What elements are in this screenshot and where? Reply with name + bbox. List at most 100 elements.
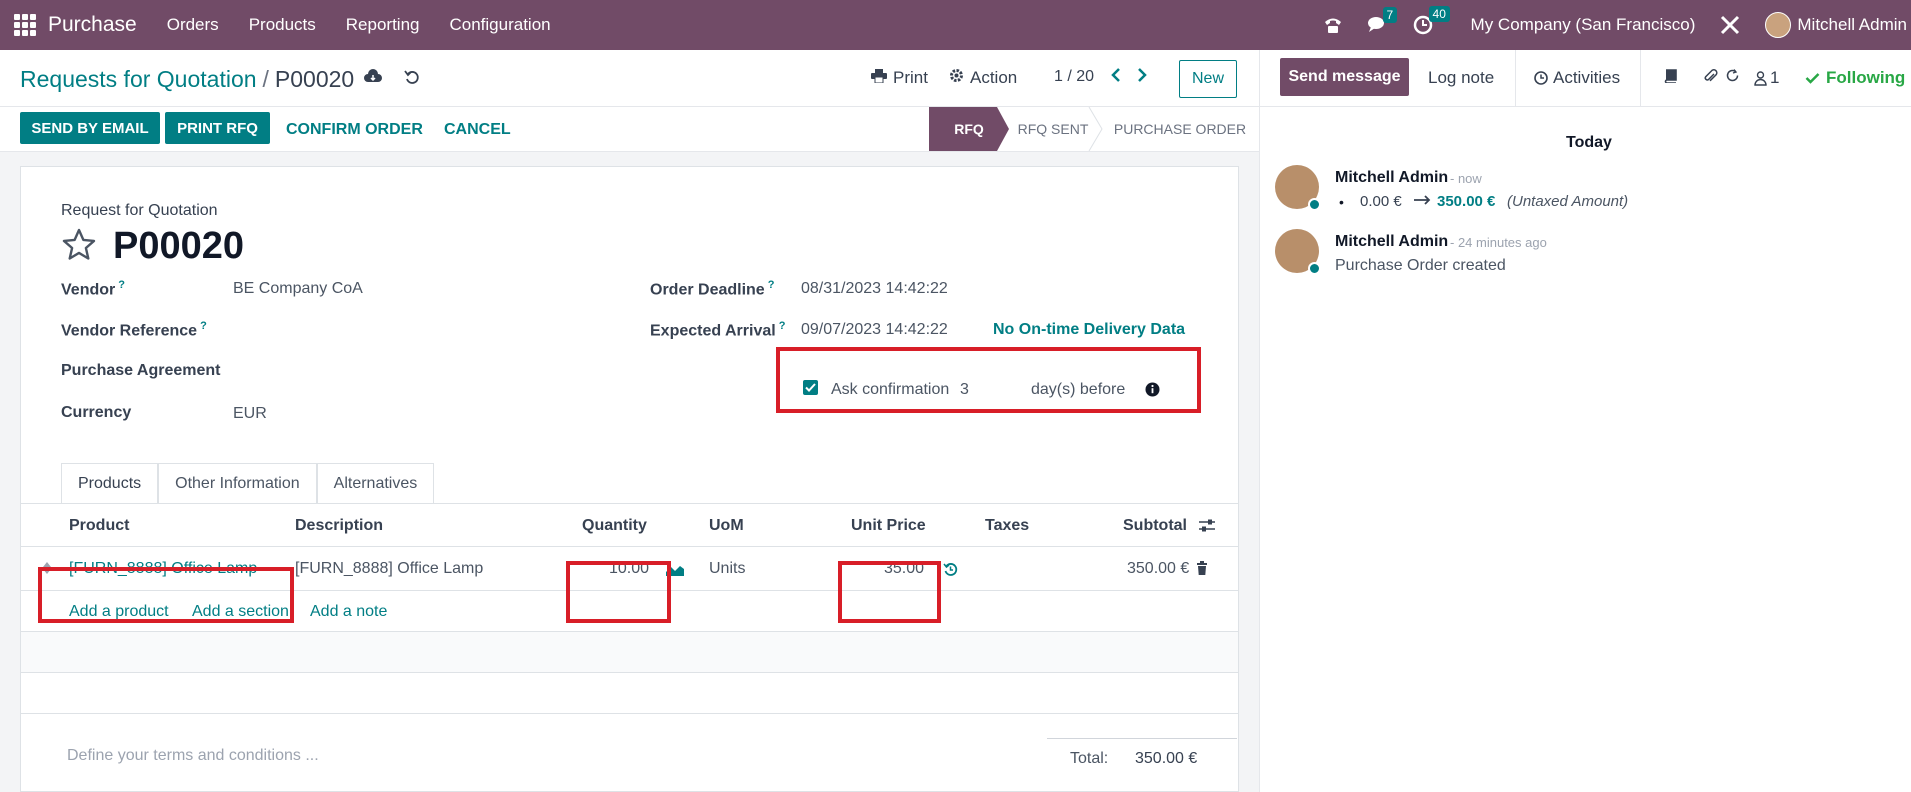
followers-button[interactable]: 1 (1754, 68, 1779, 88)
activity-clock-icon[interactable]: 40 (1413, 6, 1450, 35)
tab-other-information[interactable]: Other Information (158, 463, 317, 503)
user-menu[interactable]: Mitchell Admin (1797, 15, 1907, 35)
breadcrumb-current: P00020 (274, 66, 355, 92)
pager-value[interactable]: 1 / 20 (1054, 68, 1094, 86)
form-sheet: Request for Quotation P00020 Vendor? BE … (20, 166, 1239, 792)
print-button[interactable]: Print (871, 68, 928, 88)
purchase-agreement-label: Purchase Agreement (61, 362, 221, 379)
menu-orders[interactable]: Orders (167, 15, 219, 35)
user-icon (1754, 70, 1767, 86)
confirm-order-button[interactable]: CONFIRM ORDER (286, 121, 423, 139)
menu-reporting[interactable]: Reporting (346, 15, 420, 35)
order-deadline-field[interactable]: 08/31/2023 14:42:22 (801, 280, 948, 298)
trash-icon[interactable] (1196, 561, 1208, 580)
menu-products[interactable]: Products (249, 15, 316, 35)
add-note-link[interactable]: Add a note (310, 603, 387, 621)
highlight-ask-confirmation (776, 347, 1201, 413)
col-description[interactable]: Description (295, 517, 383, 535)
stage-purchase-order[interactable]: PURCHASE ORDER (1105, 107, 1255, 151)
company-switcher[interactable]: My Company (San Francisco) (1471, 15, 1696, 35)
currency-field[interactable]: EUR (233, 405, 267, 423)
col-subtotal[interactable]: Subtotal (1123, 517, 1187, 535)
total-value: 350.00 € (1135, 750, 1198, 767)
save-cloud-icon[interactable] (364, 69, 382, 90)
ontime-delivery-link[interactable]: No On-time Delivery Data (993, 321, 1185, 339)
followers-count: 1 (1770, 68, 1780, 87)
history-icon[interactable] (943, 562, 958, 582)
tracking-new-value: 350.00 € (1437, 193, 1496, 210)
pager-next-icon[interactable] (1137, 68, 1147, 82)
breadcrumb-parent[interactable]: Requests for Quotation (20, 66, 257, 92)
bullet-icon: • (1339, 194, 1344, 210)
clock-icon (1534, 71, 1548, 85)
purchase-agreement-field[interactable] (233, 359, 513, 383)
chat-badge: 7 (1382, 7, 1398, 23)
help-icon: ? (118, 279, 125, 291)
empty-row (21, 673, 1238, 714)
col-unit-price[interactable]: Unit Price (851, 517, 926, 535)
col-uom[interactable]: UoM (709, 517, 744, 535)
tab-products[interactable]: Products (61, 463, 159, 503)
print-label: Print (893, 68, 928, 87)
chatter-divider (1515, 50, 1516, 107)
tracking-old-value: 0.00 € (1360, 193, 1402, 210)
phone-icon[interactable] (1323, 16, 1343, 34)
user-avatar[interactable] (1765, 12, 1792, 38)
send-message-button[interactable]: Send message (1280, 58, 1409, 96)
online-status-icon (1308, 262, 1321, 275)
terms-conditions-field[interactable]: Define your terms and conditions ... (67, 747, 319, 765)
col-quantity[interactable]: Quantity (582, 517, 647, 535)
date-separator: Today (1566, 134, 1612, 151)
col-product[interactable]: Product (69, 517, 129, 535)
chat-icon[interactable]: 7 (1367, 7, 1398, 34)
new-button[interactable]: New (1179, 60, 1237, 98)
discard-undo-icon[interactable] (404, 69, 420, 90)
line-subtotal: 350.00 € (1127, 560, 1190, 577)
action-button[interactable]: Action (949, 68, 1017, 88)
stage-rfq[interactable]: RFQ (929, 107, 1009, 151)
line-description[interactable]: [FURN_8888] Office Lamp (295, 560, 483, 578)
total-label: Total: (1070, 750, 1109, 767)
avatar[interactable] (1275, 165, 1321, 211)
book-icon[interactable] (1664, 68, 1677, 88)
currency-label: Currency (61, 404, 132, 421)
line-uom[interactable]: Units (709, 560, 745, 578)
help-icon: ? (778, 320, 786, 332)
message-author[interactable]: Mitchell Admin (1335, 233, 1448, 251)
highlight-unit-price (838, 561, 941, 623)
debug-tools-icon[interactable] (1719, 14, 1741, 36)
log-note-button[interactable]: Log note (1428, 68, 1494, 88)
activities-label: Activities (1553, 68, 1621, 87)
optional-columns-icon[interactable] (1199, 519, 1215, 538)
order-lines-header: Product Description Quantity UoM Unit Pr… (21, 503, 1238, 547)
following-button[interactable]: Following (1805, 68, 1905, 88)
activities-button[interactable]: Activities (1534, 68, 1620, 88)
vendor-label: Vendor? (61, 279, 125, 299)
check-icon (1805, 73, 1820, 84)
tab-alternatives[interactable]: Alternatives (316, 463, 435, 503)
col-taxes[interactable]: Taxes (985, 517, 1029, 535)
vendor-field[interactable]: BE Company CoA (233, 280, 363, 298)
order-deadline-label: Order Deadline? (650, 279, 774, 299)
vendor-reference-field[interactable] (233, 317, 513, 341)
star-icon[interactable] (61, 227, 97, 268)
cancel-button[interactable]: CANCEL (444, 121, 511, 139)
tracking-field-name: (Untaxed Amount) (1507, 193, 1629, 210)
send-by-email-button[interactable]: SEND BY EMAIL (20, 112, 160, 144)
menu-configuration[interactable]: Configuration (450, 15, 551, 35)
form-subtitle: Request for Quotation (61, 202, 218, 219)
app-name[interactable]: Purchase (48, 13, 137, 37)
message-author[interactable]: Mitchell Admin (1335, 169, 1448, 187)
vendor-label-text: Vendor (61, 281, 116, 299)
refresh-icon[interactable] (1725, 68, 1740, 88)
print-rfq-button[interactable]: PRINT RFQ (165, 112, 270, 144)
print-icon (871, 68, 887, 88)
apps-menu-icon[interactable] (14, 14, 36, 36)
expected-arrival-field[interactable]: 09/07/2023 14:42:22 (801, 321, 948, 339)
breadcrumb-separator: / (262, 66, 269, 92)
paperclip-icon[interactable] (1703, 68, 1718, 89)
status-bar: SEND BY EMAIL PRINT RFQ CONFIRM ORDER CA… (0, 107, 1259, 152)
avatar[interactable] (1275, 229, 1321, 275)
pager-prev-icon[interactable] (1111, 68, 1121, 82)
expected-arrival-label-text: Expected Arrival (650, 322, 776, 340)
